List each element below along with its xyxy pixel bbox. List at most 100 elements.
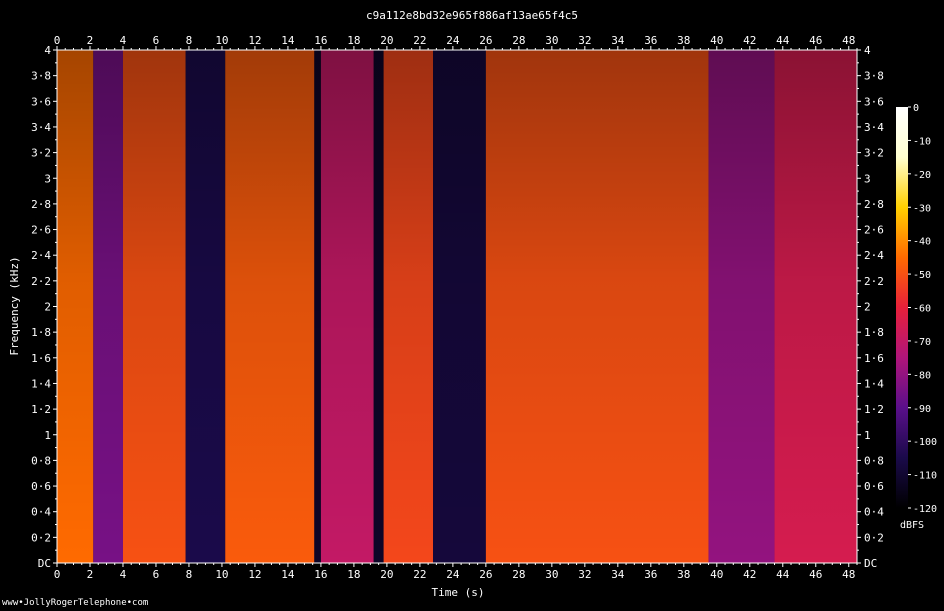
y-tick-label-right: 3·2 — [864, 147, 884, 160]
x-tick-label-top: 24 — [446, 34, 460, 47]
x-tick-label-top: 2 — [87, 34, 94, 47]
y-tick-label-left: 0·4 — [31, 506, 51, 519]
x-tick-label-top: 18 — [347, 34, 360, 47]
y-tick-label-right: 1·2 — [864, 403, 884, 416]
x-tick-label-bottom: 0 — [54, 568, 61, 581]
y-tick-label-left: 3·4 — [31, 121, 51, 134]
colorbar-tick-label: -100 — [913, 437, 937, 448]
y-tick-label-left: 3·6 — [31, 95, 51, 108]
y-tick-label-left: 0·8 — [31, 454, 51, 467]
x-tick-label-bottom: 2 — [87, 568, 94, 581]
x-tick-label-top: 0 — [54, 34, 61, 47]
colorbar-tick-label: -110 — [913, 471, 937, 482]
x-tick-label-top: 28 — [512, 34, 525, 47]
y-tick-label-right: 3·6 — [864, 95, 884, 108]
x-tick-label-bottom: 16 — [314, 568, 327, 581]
y-tick-label-right: 0·6 — [864, 480, 884, 493]
y-axis-label: Frequency (kHz) — [8, 256, 21, 355]
x-tick-label-top: 42 — [743, 34, 756, 47]
spectrogram-chart: 0022446688101012121414161618182020222224… — [8, 34, 937, 599]
y-tick-label-left: 2·4 — [31, 249, 51, 262]
y-tick-label-right: 1·4 — [864, 377, 884, 390]
colorbar-tick-label: -10 — [913, 136, 931, 147]
x-tick-label-top: 34 — [611, 34, 625, 47]
y-tick-label-right: 2 — [864, 301, 871, 314]
y-tick-label-left: 1·6 — [31, 352, 51, 365]
x-tick-label-bottom: 46 — [809, 568, 822, 581]
y-tick-label-left: 0·6 — [31, 480, 51, 493]
footer-credit: www•JollyRogerTelephone•com — [2, 598, 149, 608]
x-tick-label-bottom: 44 — [776, 568, 790, 581]
y-tick-label-left: 1·8 — [31, 326, 51, 339]
colorbar-bar — [896, 107, 908, 508]
x-tick-label-top: 26 — [479, 34, 492, 47]
y-tick-label-left: 0·2 — [31, 531, 51, 544]
y-tick-label-right: 2·6 — [864, 224, 884, 237]
y-tick-label-left: 2·2 — [31, 275, 51, 288]
x-tick-label-bottom: 14 — [281, 568, 295, 581]
x-tick-label-bottom: 22 — [413, 568, 426, 581]
x-tick-label-top: 30 — [545, 34, 558, 47]
x-tick-label-top: 44 — [776, 34, 790, 47]
x-tick-label-top: 16 — [314, 34, 327, 47]
colorbar-tick-label: -60 — [913, 304, 931, 315]
y-tick-label-right: 2·4 — [864, 249, 884, 262]
y-tick-label-left: 1·2 — [31, 403, 51, 416]
x-tick-label-top: 40 — [710, 34, 723, 47]
x-tick-label-bottom: 28 — [512, 568, 525, 581]
y-tick-label-right: 1 — [864, 429, 871, 442]
x-tick-label-bottom: 42 — [743, 568, 756, 581]
y-tick-label-left: 3·8 — [31, 70, 51, 83]
colorbar-tick-label: -50 — [913, 270, 931, 281]
colorbar-tick-label: 0 — [913, 103, 919, 114]
y-tick-label-right: 3 — [864, 172, 871, 185]
colorbar-tick-label: -90 — [913, 404, 931, 415]
y-tick-label-right: 0·8 — [864, 454, 884, 467]
y-tick-label-right: 2·2 — [864, 275, 884, 288]
colorbar-tick-label: -120 — [913, 504, 937, 515]
x-tick-label-top: 6 — [153, 34, 160, 47]
x-tick-label-bottom: 40 — [710, 568, 723, 581]
y-tick-label-left: 1 — [44, 429, 51, 442]
y-tick-label-right: 2·8 — [864, 198, 884, 211]
x-tick-label-bottom: 34 — [611, 568, 625, 581]
x-tick-label-bottom: 12 — [248, 568, 261, 581]
x-tick-label-bottom: 6 — [153, 568, 160, 581]
x-tick-label-bottom: 20 — [380, 568, 393, 581]
x-tick-label-top: 10 — [215, 34, 228, 47]
x-tick-label-top: 32 — [578, 34, 591, 47]
plot-area — [57, 50, 857, 563]
x-tick-label-bottom: 30 — [545, 568, 558, 581]
x-tick-label-bottom: 36 — [644, 568, 657, 581]
y-tick-label-left: 2·6 — [31, 224, 51, 237]
y-tick-label-right: 3·4 — [864, 121, 884, 134]
x-tick-label-bottom: 10 — [215, 568, 228, 581]
colorbar-tick-label: -20 — [913, 170, 931, 181]
x-tick-label-top: 36 — [644, 34, 657, 47]
colorbar-tick-label: -80 — [913, 370, 931, 381]
colorbar-tick-label: -30 — [913, 203, 931, 214]
x-tick-label-top: 46 — [809, 34, 822, 47]
y-tick-label-left: 2 — [44, 301, 51, 314]
x-tick-label-bottom: 38 — [677, 568, 690, 581]
x-tick-label-bottom: 18 — [347, 568, 360, 581]
y-tick-label-right: 0·4 — [864, 506, 884, 519]
colorbar-tick-label: -70 — [913, 337, 931, 348]
x-tick-label-top: 20 — [380, 34, 393, 47]
x-tick-label-top: 12 — [248, 34, 261, 47]
x-tick-label-top: 22 — [413, 34, 426, 47]
y-tick-label-right: 3·8 — [864, 70, 884, 83]
x-tick-label-bottom: 48 — [842, 568, 855, 581]
colorbar-label: dBFS — [900, 520, 924, 531]
x-tick-label-top: 8 — [186, 34, 193, 47]
x-tick-label-bottom: 8 — [186, 568, 193, 581]
x-tick-label-bottom: 26 — [479, 568, 492, 581]
y-tick-label-right: 1·8 — [864, 326, 884, 339]
x-tick-label-bottom: 32 — [578, 568, 591, 581]
x-tick-label-bottom: 24 — [446, 568, 460, 581]
frequency-fade — [57, 50, 857, 563]
x-tick-label-top: 38 — [677, 34, 690, 47]
x-tick-label-bottom: 4 — [120, 568, 127, 581]
x-tick-label-top: 48 — [842, 34, 855, 47]
y-tick-label-right: 1·6 — [864, 352, 884, 365]
